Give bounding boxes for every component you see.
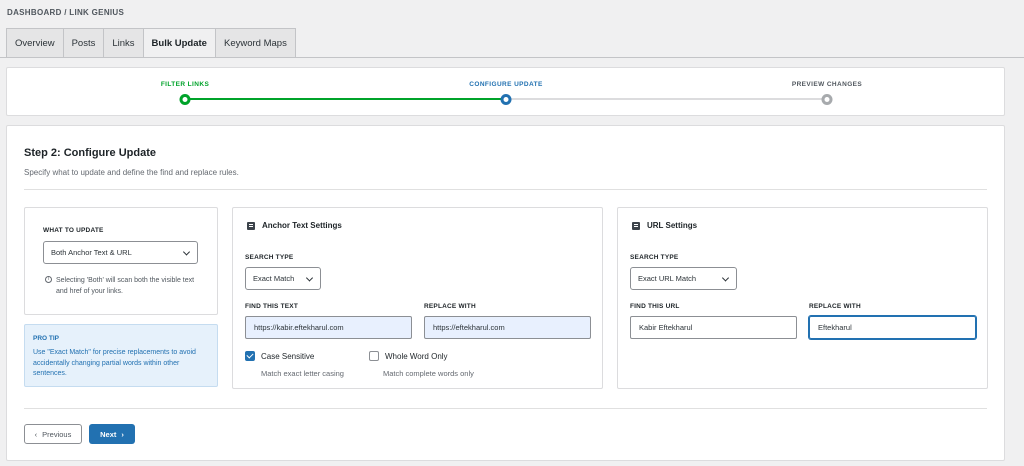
- whole-word-hint: Match complete words only: [383, 369, 474, 378]
- tab-posts[interactable]: Posts: [62, 28, 105, 57]
- anchor-text-settings-title: Anchor Text Settings: [247, 221, 342, 230]
- step-dot-configure-update[interactable]: [500, 94, 512, 105]
- anchor-search-type-select[interactable]: Exact Match: [245, 267, 321, 290]
- chevron-down-icon: [721, 273, 730, 282]
- tab-bar: Overview Posts Links Bulk Update Keyword…: [6, 28, 296, 58]
- what-to-update-label: WHAT TO UPDATE: [43, 227, 104, 234]
- settings-table-icon: [632, 221, 640, 230]
- chevron-left-icon: ‹: [34, 429, 38, 439]
- configure-panel: Step 2: Configure Update Specify what to…: [6, 125, 1005, 461]
- what-to-update-value: Both Anchor Text & URL: [51, 248, 132, 257]
- anchor-replace-label: REPLACE WITH: [424, 303, 476, 310]
- tab-overview[interactable]: Overview: [6, 28, 64, 57]
- next-label: Next: [100, 429, 117, 439]
- chevron-down-icon: [305, 273, 314, 282]
- whole-word-checkbox[interactable]: [369, 351, 379, 361]
- breadcrumb: DASHBOARD / LINK GENIUS: [7, 8, 125, 17]
- tab-bulk-update[interactable]: Bulk Update: [142, 28, 216, 58]
- previous-button[interactable]: ‹ Previous: [24, 424, 82, 444]
- stepper: FILTER LINKS CONFIGURE UPDATE PREVIEW CH…: [6, 67, 1005, 116]
- pro-tip-box: PRO TIP Use "Exact Match" for precise re…: [24, 324, 218, 387]
- whole-word-label: Whole Word Only: [385, 352, 448, 361]
- page-subtitle: Specify what to update and define the fi…: [24, 168, 239, 177]
- case-sensitive-hint: Match exact letter casing: [261, 369, 344, 378]
- find-url-label: FIND THIS URL: [630, 303, 680, 310]
- case-sensitive-label: Case Sensitive: [261, 352, 315, 361]
- url-settings-title: URL Settings: [632, 221, 697, 230]
- anchor-replace-input[interactable]: https://eftekharul.com: [424, 316, 591, 339]
- url-settings-card: URL Settings SEARCH TYPE Exact URL Match…: [617, 207, 988, 389]
- chevron-down-icon: [182, 247, 191, 256]
- find-text-input[interactable]: https://kabir.eftekharul.com: [245, 316, 412, 339]
- page-title: Step 2: Configure Update: [24, 147, 157, 159]
- step-label-configure-update: CONFIGURE UPDATE: [469, 81, 543, 88]
- step-label-preview-changes: PREVIEW CHANGES: [791, 81, 863, 88]
- url-replace-label: REPLACE WITH: [809, 303, 861, 310]
- find-url-input[interactable]: Kabir Eftekharul: [630, 316, 797, 339]
- url-title-label: URL Settings: [647, 221, 698, 230]
- case-sensitive-checkbox[interactable]: [245, 351, 255, 361]
- step-line-completed: [185, 98, 506, 100]
- step-line-upcoming: [506, 98, 827, 100]
- url-replace-input[interactable]: Eftekharul: [809, 316, 976, 339]
- find-text-value: https://kabir.eftekharul.com: [254, 323, 344, 332]
- step-label-filter-links: FILTER LINKS: [160, 81, 210, 88]
- tab-keyword-maps[interactable]: Keyword Maps: [214, 28, 296, 57]
- settings-table-icon: [247, 221, 255, 230]
- pro-tip-text: Use "Exact Match" for precise replacemen…: [33, 349, 196, 377]
- pro-tip-title: PRO TIP: [33, 335, 60, 342]
- url-search-type-select[interactable]: Exact URL Match: [630, 267, 737, 290]
- anchor-replace-value: https://eftekharul.com: [433, 323, 505, 332]
- info-icon: i: [45, 276, 52, 283]
- url-search-type-value: Exact URL Match: [638, 274, 697, 283]
- step-dot-filter-links[interactable]: [179, 94, 191, 105]
- what-to-update-select[interactable]: Both Anchor Text & URL: [43, 241, 198, 264]
- what-to-update-card: WHAT TO UPDATE Both Anchor Text & URL i …: [24, 207, 218, 315]
- footer-divider: [24, 408, 987, 409]
- anchor-search-type-label: SEARCH TYPE: [245, 254, 294, 261]
- divider: [24, 189, 987, 190]
- find-url-value: Kabir Eftekharul: [639, 323, 693, 332]
- anchor-search-type-value: Exact Match: [253, 274, 295, 283]
- tabs-divider: [0, 57, 1024, 58]
- url-replace-value: Eftekharul: [818, 323, 852, 332]
- next-button[interactable]: Next ›: [89, 424, 135, 444]
- previous-label: Previous: [42, 429, 72, 439]
- find-text-label: FIND THIS TEXT: [245, 303, 298, 310]
- chevron-right-icon: ›: [121, 429, 124, 439]
- tab-links[interactable]: Links: [103, 28, 144, 57]
- step-dot-preview-changes[interactable]: [821, 94, 833, 105]
- anchor-title-label: Anchor Text Settings: [262, 221, 342, 230]
- url-search-type-label: SEARCH TYPE: [630, 254, 679, 261]
- what-to-update-note: Selecting 'Both' will scan both the visi…: [56, 277, 195, 295]
- anchor-text-settings-card: Anchor Text Settings SEARCH TYPE Exact M…: [232, 207, 603, 389]
